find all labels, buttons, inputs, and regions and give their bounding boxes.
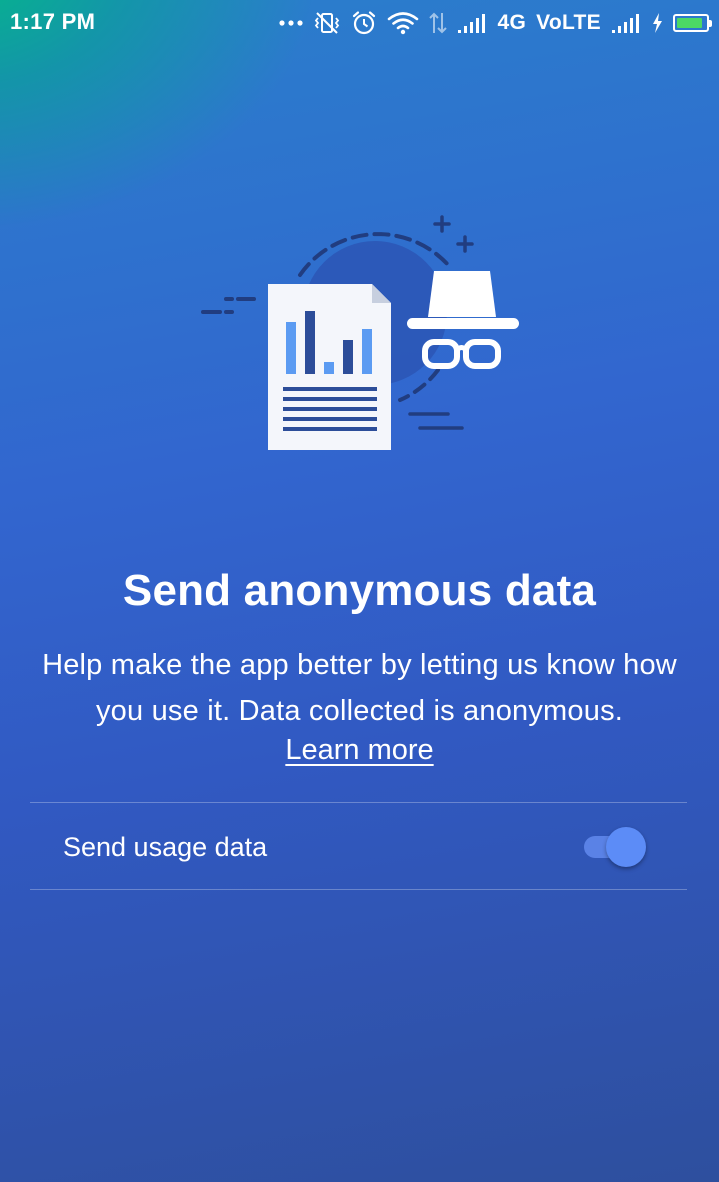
onboarding-screen: 1:17 PM 4G VoLTE Send anonymous data Hel… (0, 0, 719, 1182)
battery-icon (673, 14, 712, 32)
wifi-icon (387, 11, 419, 35)
status-icons: 4G VoLTE (279, 8, 712, 38)
description-text: Help make the app better by letting us k… (42, 649, 677, 727)
send-usage-data-label: Send usage data (63, 832, 268, 862)
send-usage-data-row[interactable]: Send usage data (30, 803, 687, 889)
toggle-thumb (606, 827, 646, 867)
status-bar: 1:17 PM 4G VoLTE (0, 0, 719, 46)
divider (30, 889, 687, 890)
page-title: Send anonymous data (122, 566, 597, 615)
learn-more-container: Learn more (0, 734, 719, 767)
send-usage-data-toggle[interactable] (582, 827, 652, 867)
learn-more-link[interactable]: Learn more (285, 734, 433, 766)
anonymous-report-illustration (190, 205, 530, 465)
charging-icon (651, 12, 663, 34)
data-transfer-icon (429, 11, 448, 35)
battery-level (677, 18, 703, 28)
signal-icon (457, 12, 487, 34)
more-dots-icon (279, 19, 304, 27)
alarm-icon (351, 10, 377, 36)
network-type: 4G (497, 11, 527, 34)
vibrate-icon (313, 11, 341, 35)
status-time: 1:17 PM (10, 9, 96, 34)
signal-icon (611, 12, 641, 34)
volte-indicator: VoLTE (536, 11, 601, 34)
